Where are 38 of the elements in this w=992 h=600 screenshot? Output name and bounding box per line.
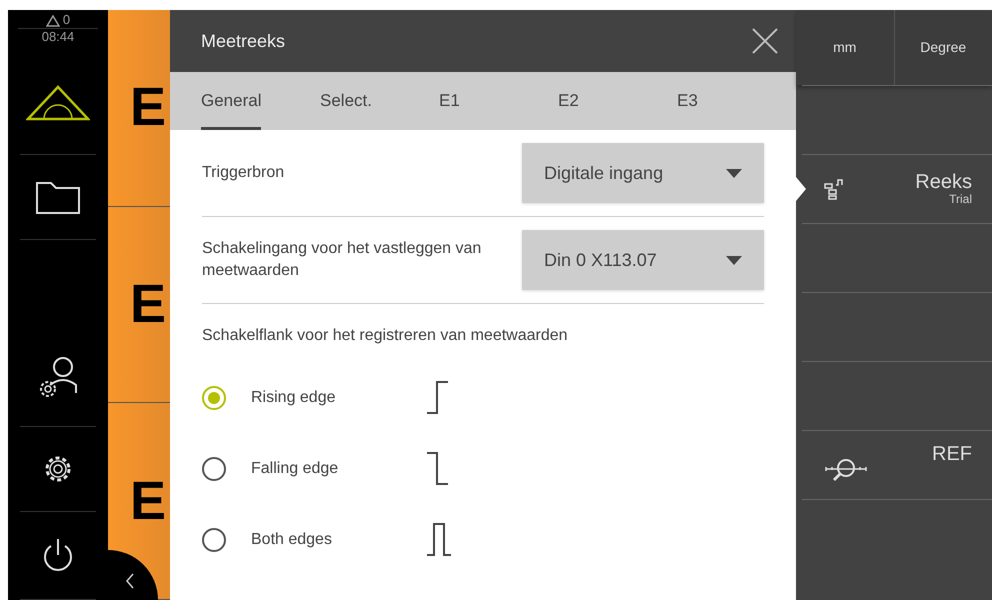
radio-button[interactable] — [202, 528, 226, 552]
dialog-title: Meetreeks — [201, 30, 286, 52]
field-label: Triggerbron — [202, 162, 286, 183]
tab[interactable]: General — [201, 72, 262, 130]
tab[interactable]: E1 — [439, 72, 460, 130]
row-title: Reeks — [915, 171, 972, 194]
radio-button[interactable] — [202, 386, 226, 410]
caret-icon — [726, 168, 742, 178]
radio-button[interactable] — [202, 456, 226, 480]
protractor-triangle-icon[interactable] — [26, 85, 90, 121]
unit-button[interactable]: Degree — [894, 10, 992, 85]
entry-label[interactable]: E — [130, 67, 166, 148]
row-subtitle: Trial — [948, 193, 972, 207]
pulse-icon — [426, 522, 452, 557]
warning-count: 0 — [62, 12, 70, 27]
close-button[interactable] — [752, 28, 778, 54]
series-icon — [824, 178, 844, 200]
magnifier-scale-icon[interactable] — [824, 457, 868, 483]
tab[interactable]: Select. — [320, 72, 372, 130]
entry-label[interactable]: E — [130, 264, 166, 345]
warning-triangle-icon — [46, 14, 60, 27]
entry-label[interactable]: E — [130, 460, 166, 542]
option-label: Falling edge — [251, 458, 340, 478]
option-label: Rising edge — [251, 388, 336, 408]
unit-button[interactable]: mm — [796, 10, 894, 85]
tab[interactable]: E2 — [558, 72, 579, 130]
field-label: Schakelingang voor het vastleggen van meetwaarden — [202, 238, 482, 281]
option-label: Both edges — [251, 530, 333, 550]
dropdown[interactable]: Din 0 X113.07 — [522, 230, 764, 290]
folder-icon[interactable] — [36, 180, 80, 214]
series-row[interactable]: Reeks Trial — [802, 154, 992, 223]
chevron-left-icon — [125, 573, 135, 589]
caret-icon — [726, 256, 742, 264]
tab[interactable]: E3 — [677, 72, 698, 130]
clock-time: 08:44 — [42, 28, 74, 44]
group-label: Schakelflank voor het registreren van meetwaarden — [202, 326, 569, 346]
ref-label[interactable]: REF — [932, 443, 972, 465]
dropdown[interactable]: Digitale ingang — [522, 143, 764, 203]
